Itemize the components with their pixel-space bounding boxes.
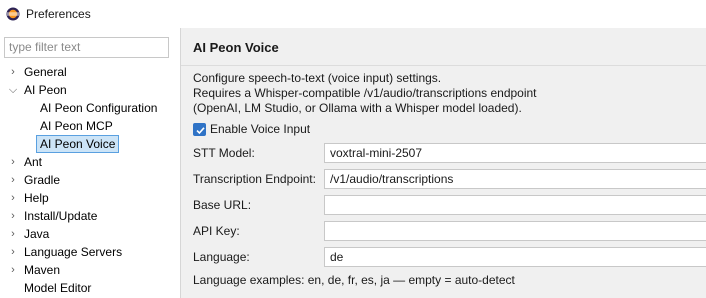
chevron-down-icon[interactable]: ⌵ (8, 81, 18, 99)
language-hint: Language examples: en, de, fr, es, ja — … (193, 273, 515, 287)
tree-item-help[interactable]: › Help (0, 189, 180, 207)
tree-item-gradle[interactable]: › Gradle (0, 171, 180, 189)
api-key-label: API Key: (193, 224, 240, 238)
preferences-nav-panel: type filter text › General ⌵ AI Peon AI … (0, 28, 180, 298)
base-url-label: Base URL: (193, 198, 252, 212)
title-bar: Preferences (0, 0, 706, 28)
chevron-right-icon[interactable]: › (8, 207, 18, 225)
tree-item-ai-peon[interactable]: ⌵ AI Peon (0, 81, 180, 99)
chevron-right-icon[interactable]: › (8, 189, 18, 207)
chevron-right-icon[interactable]: › (8, 261, 18, 279)
tree-item-install-update[interactable]: › Install/Update (0, 207, 180, 225)
tree-item-label: Ant (24, 155, 43, 169)
base-url-input[interactable] (324, 195, 706, 215)
enable-voice-input-label[interactable]: Enable Voice Input (210, 122, 310, 136)
tree-item-label: Language Servers (24, 245, 123, 259)
tree-item-label: AI Peon (24, 83, 67, 97)
page-title: AI Peon Voice (193, 40, 279, 55)
tree-item-label: Gradle (24, 173, 61, 187)
preferences-tree: › General ⌵ AI Peon AI Peon Configuratio… (0, 63, 180, 297)
preference-page: AI Peon Voice Configure speech-to-text (… (181, 28, 706, 298)
tree-item-label: Java (24, 227, 50, 241)
tree-item-java[interactable]: › Java (0, 225, 180, 243)
chevron-right-icon[interactable]: › (8, 225, 18, 243)
transcription-endpoint-label: Transcription Endpoint: (193, 172, 316, 186)
tree-item-label: AI Peon Voice (36, 135, 120, 153)
chevron-right-icon[interactable]: › (8, 243, 18, 261)
tree-item-maven[interactable]: › Maven (0, 261, 180, 279)
language-label: Language: (193, 250, 250, 264)
tree-item-label: AI Peon Configuration (40, 101, 158, 115)
description-line: (OpenAI, LM Studio, or Ollama with a Whi… (193, 101, 522, 115)
stt-model-label: STT Model: (193, 146, 255, 160)
page-header: AI Peon Voice (181, 28, 706, 66)
tree-item-ant[interactable]: › Ant (0, 153, 180, 171)
tree-item-label: General (24, 65, 67, 79)
tree-item-label: Install/Update (24, 209, 98, 223)
eclipse-icon (6, 7, 20, 21)
tree-item-label: Help (24, 191, 49, 205)
checkbox-checked-icon[interactable] (193, 123, 206, 136)
tree-item-ai-peon-configuration[interactable]: AI Peon Configuration (0, 99, 180, 117)
filter-input[interactable]: type filter text (4, 37, 169, 58)
chevron-right-icon[interactable]: › (8, 153, 18, 171)
language-input[interactable]: de (324, 247, 706, 267)
tree-item-label: Model Editor (24, 281, 92, 295)
tree-item-label: AI Peon MCP (40, 119, 113, 133)
description-line: Configure speech-to-text (voice input) s… (193, 71, 442, 85)
description-line: Requires a Whisper-compatible /v1/audio/… (193, 86, 537, 100)
transcription-endpoint-input[interactable]: /v1/audio/transcriptions (324, 169, 706, 189)
tree-item-general[interactable]: › General (0, 63, 180, 81)
stt-model-input[interactable]: voxtral-mini-2507 (324, 143, 706, 163)
tree-item-model-editor[interactable]: Model Editor (0, 279, 180, 297)
tree-item-language-servers[interactable]: › Language Servers (0, 243, 180, 261)
tree-item-ai-peon-mcp[interactable]: AI Peon MCP (0, 117, 180, 135)
tree-item-ai-peon-voice[interactable]: AI Peon Voice (0, 135, 180, 153)
api-key-input[interactable] (324, 221, 706, 241)
chevron-right-icon[interactable]: › (8, 171, 18, 189)
chevron-right-icon[interactable]: › (8, 63, 18, 81)
window-title: Preferences (26, 7, 91, 21)
tree-item-label: Maven (24, 263, 61, 277)
